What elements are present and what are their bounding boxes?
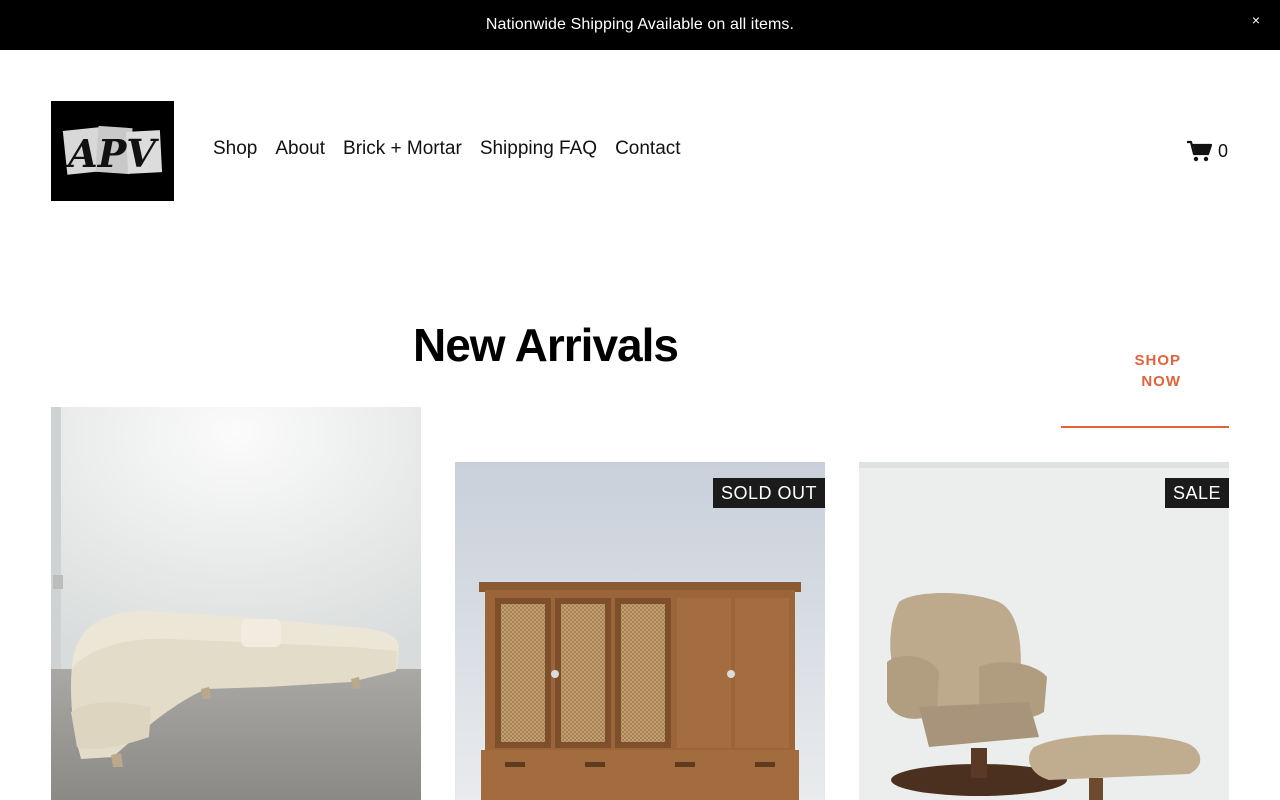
announcement-text: Nationwide Shipping Available on all ite…	[485, 16, 795, 33]
logo-mark: APV	[51, 101, 174, 201]
nav-shipping-faq[interactable]: Shipping FAQ	[480, 138, 597, 164]
sold-out-badge: SOLD OUT	[712, 478, 825, 508]
product-image-sofa	[51, 407, 421, 800]
section-title: New Arrivals	[413, 319, 679, 371]
site-logo[interactable]: APV	[51, 101, 174, 201]
nav-brick-mortar[interactable]: Brick + Mortar	[343, 138, 462, 164]
sale-badge: SALE	[1164, 478, 1229, 508]
product-card-cabinet[interactable]: SOLD OUT	[455, 462, 825, 800]
nav-about[interactable]: About	[275, 138, 325, 164]
shop-now-line-1: SHOP	[1134, 352, 1181, 369]
shop-now-button[interactable]: SHOP NOW	[1061, 350, 1229, 428]
nav-shop[interactable]: Shop	[213, 138, 257, 164]
shop-now-line-2: NOW	[1141, 373, 1181, 390]
cart-button[interactable]: 0	[1186, 138, 1228, 164]
product-card-sofa[interactable]	[51, 407, 421, 800]
close-icon[interactable]: ×	[1248, 12, 1264, 28]
cart-count: 0	[1218, 140, 1229, 161]
product-image-recliner	[859, 462, 1229, 800]
cart-icon	[1187, 140, 1212, 162]
nav-contact[interactable]: Contact	[615, 138, 680, 164]
logo-text: APV	[65, 131, 159, 176]
product-card-recliner[interactable]: SALE	[859, 462, 1229, 800]
announcement-bar: Nationwide Shipping Available on all ite…	[0, 0, 1280, 50]
product-image-cabinet	[455, 462, 825, 800]
main-nav: Shop About Brick + Mortar Shipping FAQ C…	[213, 138, 681, 164]
